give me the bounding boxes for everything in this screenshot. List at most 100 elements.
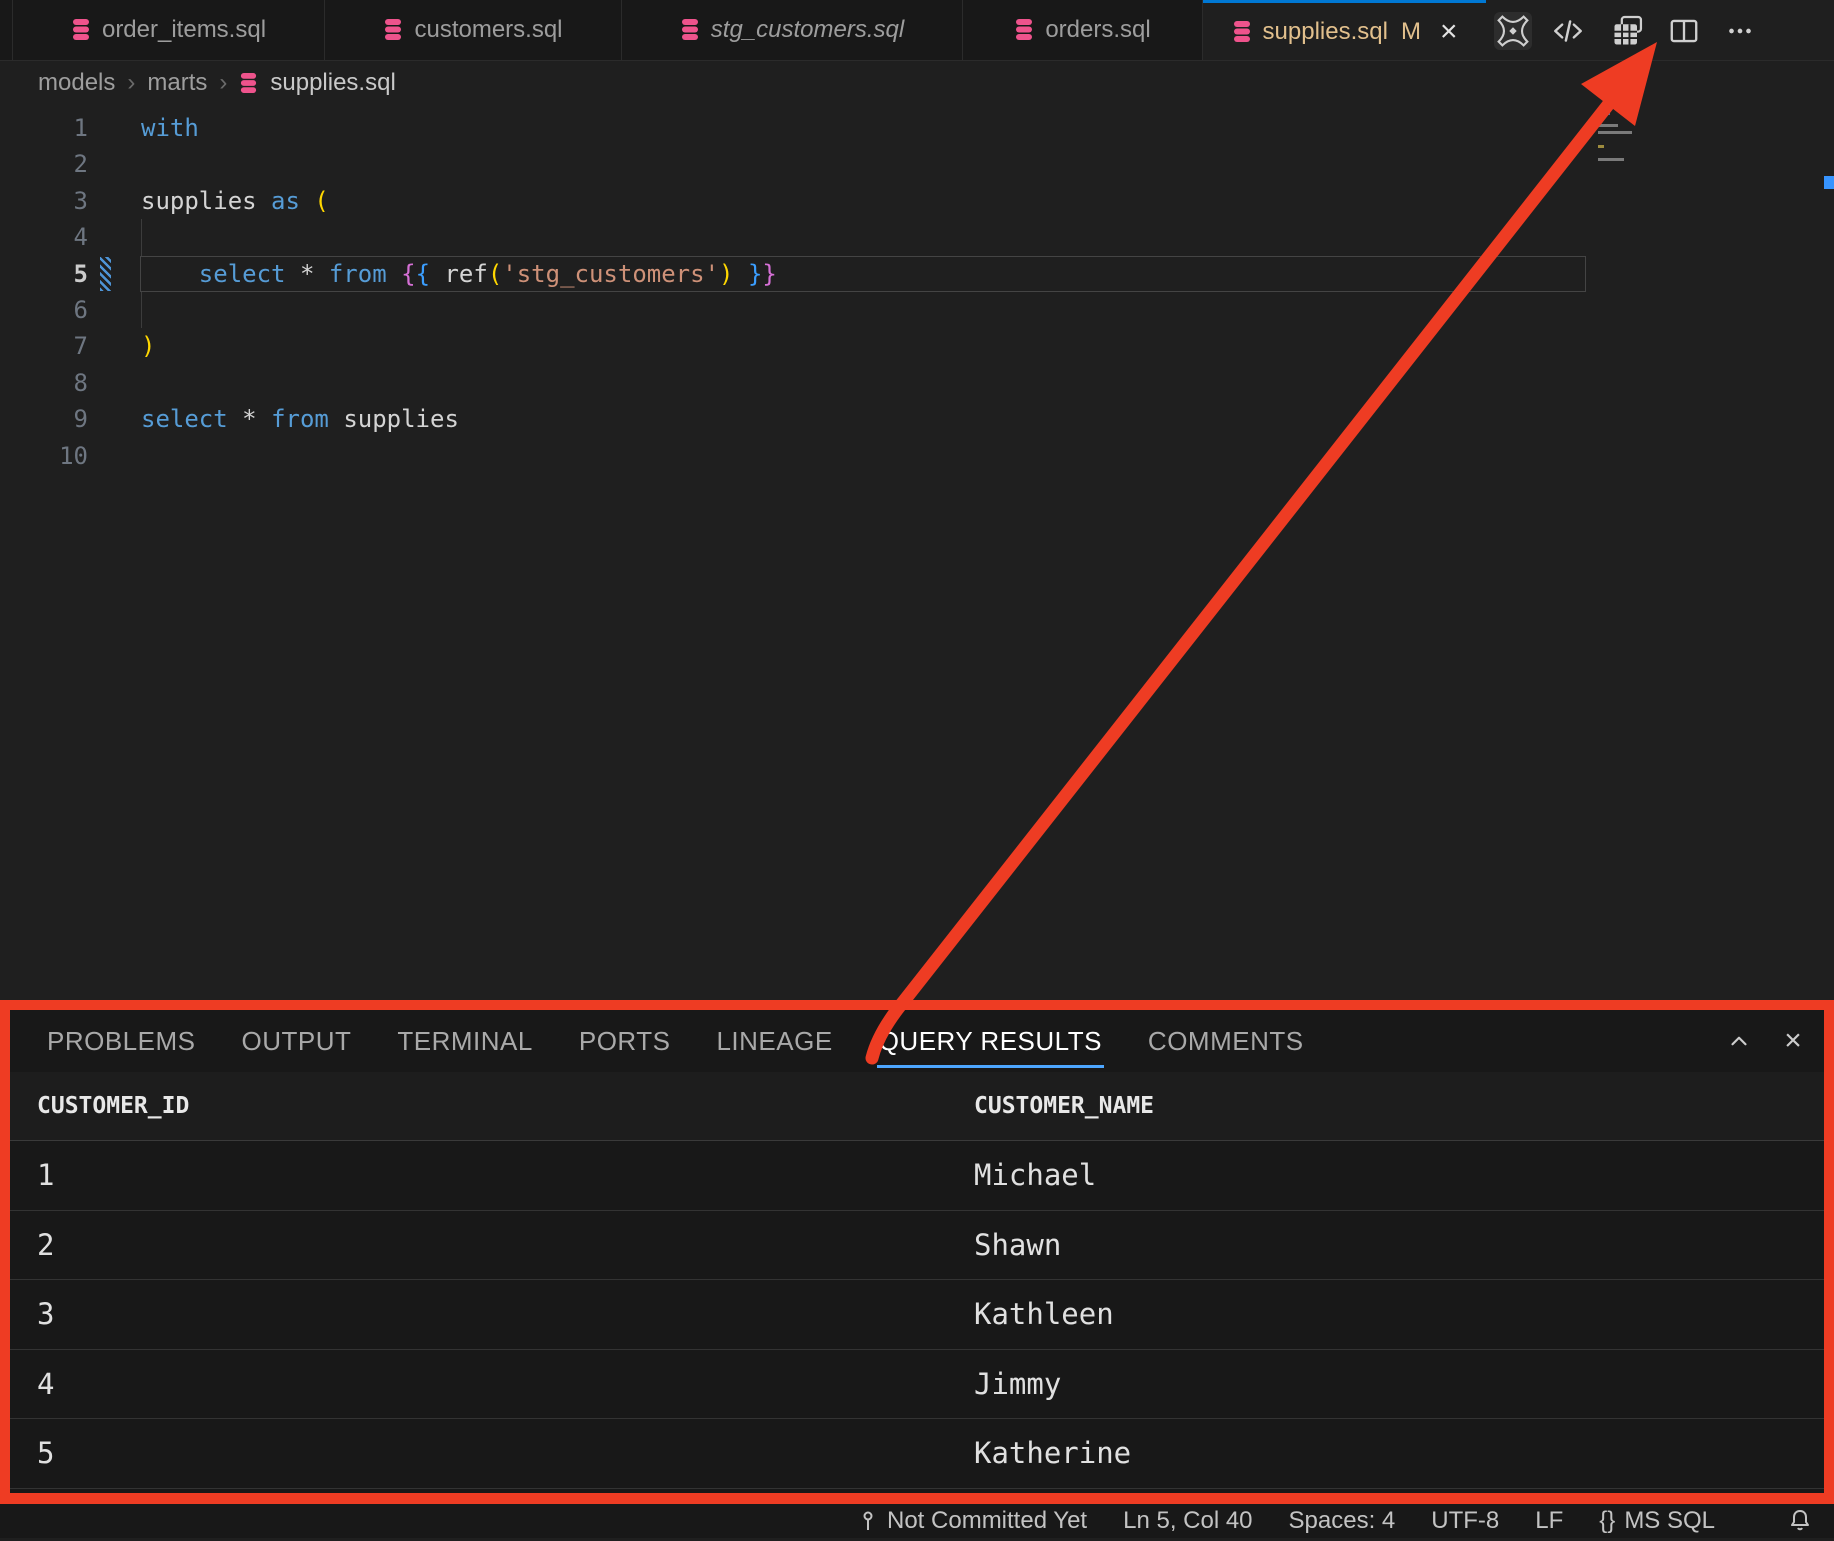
tab-label: customers.sql — [414, 16, 562, 44]
collapse-panel-chevron-up-icon[interactable] — [1722, 1024, 1756, 1058]
status-label: LF — [1535, 1507, 1563, 1535]
panel-tab-ports[interactable]: PORTS — [579, 1026, 671, 1057]
code-line-5[interactable]: 5 select * from {{ ref('stg_customers') … — [0, 256, 1834, 292]
table-row[interactable]: 1Michael — [10, 1141, 1824, 1211]
status-indentation[interactable]: Spaces: 4 — [1289, 1507, 1396, 1535]
code-text: with — [88, 110, 199, 146]
status-eol[interactable]: LF — [1535, 1507, 1563, 1535]
code-text: supplies as ( — [88, 183, 329, 219]
code-line-2[interactable]: 2 — [0, 146, 1834, 182]
panel-tab-terminal[interactable]: TERMINAL — [397, 1026, 532, 1057]
compile-code-icon[interactable] — [1549, 12, 1587, 50]
table-row[interactable]: 2Shawn — [10, 1211, 1824, 1281]
status-encoding[interactable]: UTF-8 — [1431, 1507, 1499, 1535]
split-editor-icon[interactable] — [1665, 12, 1703, 50]
editor-tab-supplies-sql[interactable]: supplies.sql M × — [1203, 0, 1487, 60]
panel-tab-comments[interactable]: COMMENTS — [1148, 1026, 1304, 1057]
chevron-right-icon: › — [219, 69, 227, 97]
database-icon — [1232, 21, 1252, 43]
editor-tab-stg_customers-sql[interactable]: stg_customers.sql — [622, 0, 963, 60]
results-table-header: CUSTOMER_ID CUSTOMER_NAME — [10, 1072, 1824, 1141]
tab-label: orders.sql — [1045, 16, 1150, 44]
modified-line-gutter-marker — [100, 257, 111, 291]
minimap-modified-marker — [1584, 128, 1588, 141]
editor-tab-orders-sql[interactable]: orders.sql — [963, 0, 1203, 60]
dbt-icon[interactable] — [1494, 12, 1532, 50]
line-number: 8 — [0, 365, 88, 401]
line-number: 3 — [0, 183, 88, 219]
modified-badge: M — [1401, 18, 1421, 46]
panel-tab-output[interactable]: OUTPUT — [242, 1026, 352, 1057]
table-row[interactable]: 4Jimmy — [10, 1350, 1824, 1420]
status-git[interactable]: Not Committed Yet — [858, 1507, 1087, 1535]
code-line-8[interactable]: 8 — [0, 365, 1834, 401]
status-bar: Not Committed Yet Ln 5, Col 40 Spaces: 4 UT… — [0, 1504, 1834, 1538]
cell-customer-id: 4 — [10, 1367, 947, 1401]
chevron-right-icon: › — [127, 69, 135, 97]
editor-tab-bar: order_items.sql customers.sql stg_customer… — [0, 0, 1834, 61]
panel-tab-lineage[interactable]: LINEAGE — [716, 1026, 832, 1057]
column-header-customer-id[interactable]: CUSTOMER_ID — [10, 1093, 947, 1119]
line-number: 5 — [0, 256, 88, 292]
breadcrumb-item-file[interactable]: supplies.sql — [270, 69, 395, 97]
close-tab-icon[interactable]: × — [1440, 17, 1458, 47]
cell-customer-name: Kathleen — [947, 1297, 1114, 1331]
code-editor[interactable]: 1with23supplies as (45 select * from {{ … — [0, 110, 1834, 474]
code-text — [88, 365, 141, 401]
breadcrumb-item-models[interactable]: models — [38, 69, 115, 97]
line-number: 4 — [0, 219, 88, 255]
indent-guide — [141, 292, 142, 328]
tab-bar-tabs: order_items.sql customers.sql stg_customer… — [13, 0, 1487, 60]
table-row[interactable]: 3Kathleen — [10, 1280, 1824, 1350]
status-cursor-position[interactable]: Ln 5, Col 40 — [1123, 1507, 1252, 1535]
cell-customer-id: 2 — [10, 1228, 947, 1262]
preview-query-results-icon[interactable] — [1609, 12, 1647, 50]
minimap[interactable] — [1592, 108, 1648, 208]
panel-tab-problems[interactable]: PROBLEMS — [47, 1026, 196, 1057]
panel-tab-query-results[interactable]: QUERY RESULTS — [879, 1026, 1102, 1057]
database-icon — [239, 73, 258, 94]
cell-customer-id: 5 — [10, 1436, 947, 1470]
line-number: 2 — [0, 146, 88, 182]
tab-label: supplies.sql — [1263, 18, 1388, 46]
line-number: 10 — [0, 438, 88, 474]
editor-tab-order_items-sql[interactable]: order_items.sql — [13, 0, 325, 60]
cell-customer-name: Michael — [947, 1158, 1096, 1192]
cell-customer-name: Katherine — [947, 1436, 1131, 1470]
editor-tab-customers-sql[interactable]: customers.sql — [325, 0, 622, 60]
cell-customer-id: 3 — [10, 1297, 947, 1331]
tab-label: stg_customers.sql — [711, 16, 904, 44]
code-text — [88, 146, 141, 182]
line-number: 1 — [0, 110, 88, 146]
current-line-highlight — [140, 256, 1586, 292]
code-text: select * from supplies — [88, 401, 459, 437]
bottom-panel: PROBLEMS OUTPUT TERMINAL PORTS LINEAGE QUERY … — [10, 1010, 1824, 1493]
editor-actions — [1486, 0, 1834, 60]
tab-bar-left-edge — [0, 0, 13, 60]
more-actions-icon[interactable] — [1721, 12, 1759, 50]
panel-tabs: PROBLEMS OUTPUT TERMINAL PORTS LINEAGE QUERY … — [10, 1010, 1824, 1072]
code-line-3[interactable]: 3supplies as ( — [0, 183, 1834, 219]
indent-guide — [141, 219, 142, 255]
git-ref-icon — [858, 1509, 878, 1533]
code-line-6[interactable]: 6 — [0, 292, 1834, 328]
code-line-7[interactable]: 7) — [0, 328, 1834, 364]
tab-label: order_items.sql — [102, 16, 266, 44]
close-panel-icon[interactable]: × — [1776, 1024, 1810, 1058]
table-row[interactable]: 5Katherine — [10, 1419, 1824, 1489]
notifications-bell-icon[interactable] — [1788, 1508, 1812, 1541]
database-icon — [680, 19, 700, 41]
column-header-customer-name[interactable]: CUSTOMER_NAME — [947, 1093, 1154, 1119]
database-icon — [1014, 19, 1034, 41]
code-line-1[interactable]: 1with — [0, 110, 1834, 146]
status-language-mode[interactable]: {} MS SQL — [1599, 1507, 1715, 1535]
status-label: MS SQL — [1624, 1507, 1715, 1535]
code-line-9[interactable]: 9select * from supplies — [0, 401, 1834, 437]
code-line-10[interactable]: 10 — [0, 438, 1834, 474]
breadcrumb-item-marts[interactable]: marts — [147, 69, 207, 97]
database-icon — [383, 19, 403, 41]
code-text — [88, 219, 141, 255]
status-label: Ln 5, Col 40 — [1123, 1507, 1252, 1535]
code-line-4[interactable]: 4 — [0, 219, 1834, 255]
braces-icon: {} — [1599, 1507, 1615, 1535]
